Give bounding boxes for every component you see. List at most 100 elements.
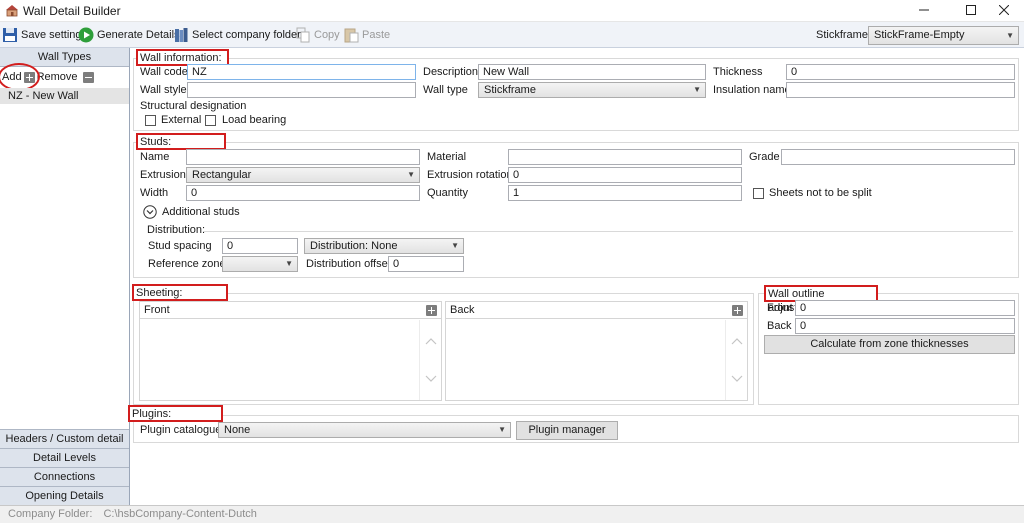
distribution-select[interactable]: Distribution: None ▼ [304,238,464,254]
add-highlight-circle [0,63,40,91]
save-settings-button[interactable]: Save settings [2,26,87,44]
books-icon [175,28,188,42]
tab-opening-details[interactable]: Opening Details [0,486,129,505]
chevron-up-icon[interactable] [731,336,743,348]
copy-icon [296,27,310,43]
add-front-sheet-icon[interactable] [426,305,437,316]
remove-icon[interactable] [82,71,94,83]
select-company-folder-button[interactable]: Select company folder [173,26,301,44]
quantity-label: Quantity [427,187,468,199]
distribution-label: Distribution: [147,224,206,236]
minimize-button[interactable] [904,0,944,22]
close-button[interactable] [984,0,1024,22]
thickness-label: Thickness [713,66,763,78]
sheeting-back-scroll[interactable] [725,320,747,400]
extrusion-select[interactable]: Rectangular ▼ [186,167,420,183]
wall-code-label: Wall code [140,66,188,78]
thickness-input[interactable]: 0 [786,64,1015,80]
main-content: Wall information: Wall code NZ Descripti… [128,48,1024,505]
structural-designation-label: Structural designation [140,100,247,112]
outline-front-input[interactable]: 0 [795,300,1015,316]
stickframe-select[interactable]: StickFrame-Empty ▼ [868,26,1019,45]
load-bearing-label: Load bearing [222,114,287,126]
plugin-manager-button[interactable]: Plugin manager [516,421,618,440]
plugin-catalogue-label: Plugin catalogue [140,424,222,436]
material-input[interactable] [508,149,742,165]
paste-icon [344,28,359,43]
stud-name-label: Name [140,151,170,163]
plugins-title: Plugins: [128,405,223,422]
sheeting-back-label: Back [450,304,475,316]
wall-type-item[interactable]: NZ - New Wall [0,88,129,104]
calculate-zone-thicknesses-button[interactable]: Calculate from zone thicknesses [764,335,1015,354]
load-bearing-checkbox[interactable] [205,115,216,126]
insulation-name-input[interactable] [786,82,1015,98]
extrusion-rotation-input[interactable]: 0 [508,167,742,183]
status-bar: Company Folder: C:\hsbCompany-Content-Du… [0,505,1024,523]
grade-label: Grade [749,151,780,163]
tab-detail-levels[interactable]: Detail Levels [0,448,129,467]
extrusion-rotation-label: Extrusion rotation [427,169,513,181]
wall-type-select[interactable]: Stickframe ▼ [478,82,706,98]
external-label: External [161,114,202,126]
maximize-icon [966,5,976,15]
stud-name-input[interactable] [186,149,420,165]
studs-title: Studs: [136,133,226,150]
stickframe-label: Stickframe: [816,29,872,41]
tab-headers-custom-detail[interactable]: Headers / Custom detail [0,429,129,448]
toolbar: Save settings Generate Details Select co… [0,22,1024,48]
extrusion-label: Extrusion [140,169,186,181]
company-folder-label: Company Folder: [8,508,93,520]
sheeting-front-panel: Front [139,301,442,401]
distribution-divider [203,231,1013,232]
save-icon [3,28,17,42]
chevron-up-icon[interactable] [425,336,437,348]
grade-input[interactable] [781,149,1015,165]
chevron-down-icon: ▼ [1006,31,1014,40]
distribution-offset-input[interactable]: 0 [388,256,464,272]
width-label: Width [140,187,169,199]
wall-code-input[interactable]: NZ [187,64,416,80]
wall-type-label: Wall type [423,84,468,96]
outline-front-label: Front [767,302,793,314]
window-title: Wall Detail Builder [23,4,121,18]
outline-back-label: Back [767,320,792,332]
tab-connections[interactable]: Connections [0,467,129,486]
paste-button[interactable]: Paste [343,26,390,44]
sheets-not-split-label: Sheets not to be split [769,187,872,199]
remove-label: Remove [36,71,78,83]
sheeting-front-scroll[interactable] [419,320,441,400]
sheeting-title: Sheeting: [132,284,228,301]
minimize-icon [919,9,929,11]
chevron-down-icon: ▼ [693,85,701,94]
outline-back-input[interactable]: 0 [795,318,1015,334]
wall-style-input[interactable] [187,82,416,98]
chevron-down-icon: ▼ [498,425,506,434]
reference-zones-select[interactable]: ▼ [222,256,298,272]
description-label: Description [423,66,479,78]
add-back-sheet-icon[interactable] [732,305,743,316]
insulation-name-label: Insulation name [713,84,791,96]
chevron-down-icon: ▼ [407,170,415,179]
description-input[interactable]: New Wall [478,64,706,80]
chevron-down-icon[interactable] [425,372,437,384]
plugin-catalogue-select[interactable]: None ▼ [218,422,511,438]
copy-button[interactable]: Copy [295,26,340,44]
wall-style-label: Wall style [140,84,187,96]
width-input[interactable]: 0 [186,185,420,201]
stud-spacing-input[interactable]: 0 [222,238,298,254]
close-icon [998,4,1010,16]
title-bar: Wall Detail Builder [0,0,1024,22]
sheets-not-split-checkbox[interactable] [753,188,764,199]
generate-details-button[interactable]: Generate Details [78,26,180,44]
stud-spacing-label: Stud spacing [148,240,212,252]
expand-circle-icon[interactable] [143,205,157,219]
play-icon [78,27,94,43]
chevron-down-icon[interactable] [731,372,743,384]
company-folder-value: C:\hsbCompany-Content-Dutch [103,508,257,520]
chevron-down-icon: ▼ [285,259,293,268]
reference-zones-label: Reference zones [148,258,232,270]
quantity-input[interactable]: 1 [508,185,742,201]
external-checkbox[interactable] [145,115,156,126]
sheeting-back-panel: Back [445,301,748,401]
